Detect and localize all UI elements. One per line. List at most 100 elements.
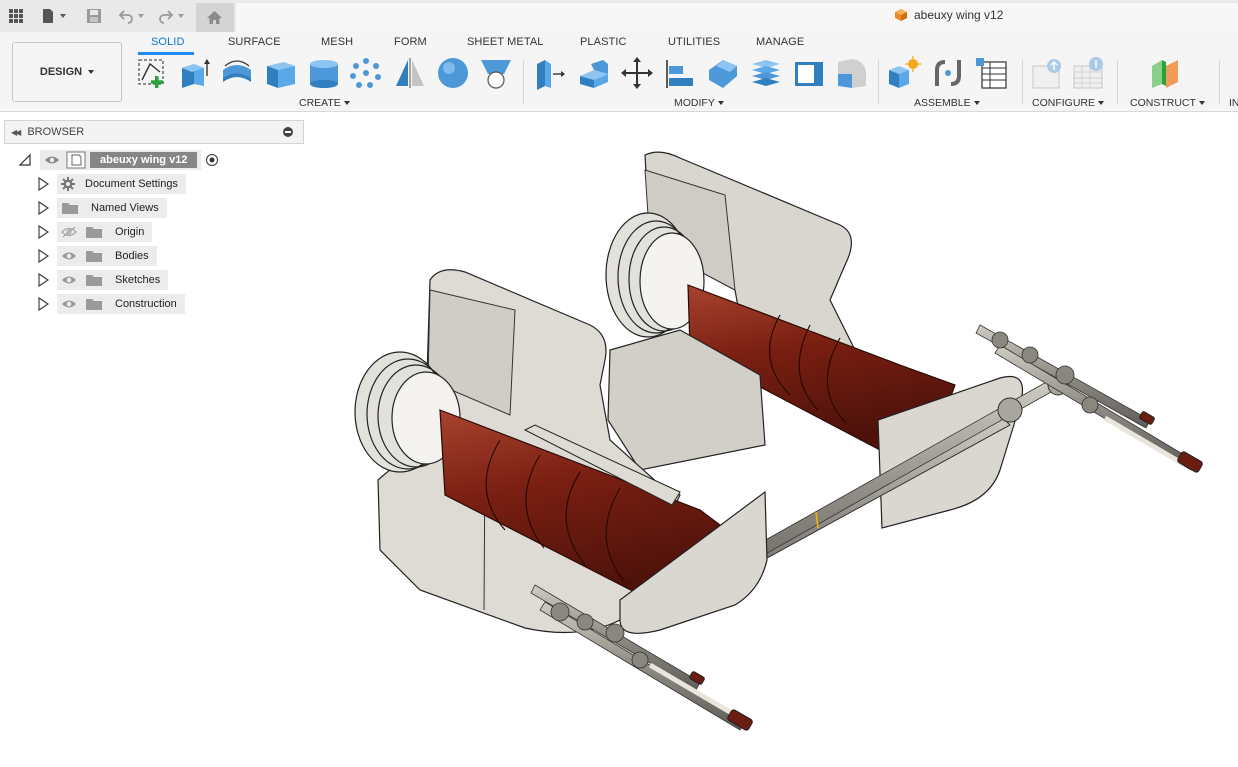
sphere-icon[interactable] xyxy=(436,56,470,90)
grid-icon[interactable] xyxy=(8,6,24,26)
ribbon: DESIGN SOLID SURFACE MESH FORM SHEET MET… xyxy=(0,32,1238,112)
folder-icon xyxy=(62,203,78,214)
folder-icon xyxy=(86,227,102,238)
align-icon[interactable] xyxy=(663,56,697,90)
browser-item-bodies[interactable]: Bodies xyxy=(36,246,157,266)
shell-icon[interactable] xyxy=(749,56,783,90)
browser-item-named-views[interactable]: Named Views xyxy=(36,198,167,218)
tab-solid[interactable]: SOLID xyxy=(151,36,185,48)
browser-item-label: Bodies xyxy=(115,250,149,262)
browser-item-label: Construction xyxy=(115,298,177,310)
expanded-triangle-icon[interactable] xyxy=(18,153,32,167)
inspect-menu[interactable]: IN xyxy=(1229,97,1238,109)
folder-icon xyxy=(86,251,102,262)
expand-triangle-icon[interactable] xyxy=(36,273,50,287)
minimize-icon[interactable] xyxy=(283,127,293,137)
configure-menu-label: CONFIGURE xyxy=(1032,97,1095,109)
configure-menu[interactable]: CONFIGURE xyxy=(1032,97,1104,109)
bom-table-icon[interactable] xyxy=(974,56,1008,90)
create-menu-label: CREATE xyxy=(299,97,341,109)
pattern-icon[interactable] xyxy=(349,56,383,90)
split-face-icon[interactable] xyxy=(835,56,869,90)
activate-radio-icon[interactable] xyxy=(205,153,219,167)
browser-item-construction[interactable]: Construction xyxy=(36,294,185,314)
tab-mesh[interactable]: MESH xyxy=(321,36,353,48)
expand-triangle-icon[interactable] xyxy=(36,249,50,263)
browser-item-label: Document Settings xyxy=(85,178,178,190)
folder-icon xyxy=(86,299,102,310)
expand-triangle-icon[interactable] xyxy=(36,225,50,239)
new-component-icon[interactable] xyxy=(887,56,921,90)
save-icon[interactable] xyxy=(86,6,102,26)
browser-item-label: Named Views xyxy=(91,202,159,214)
design-canvas[interactable] xyxy=(310,113,1238,767)
quick-access-toolbar: abeuxy wing v12 xyxy=(0,0,1238,32)
home-tab[interactable] xyxy=(196,3,234,32)
document-title-text: abeuxy wing v12 xyxy=(914,8,1004,22)
create-menu[interactable]: CREATE xyxy=(299,97,350,109)
fillet-icon[interactable] xyxy=(577,56,611,90)
modify-menu[interactable]: MODIFY xyxy=(674,97,724,109)
workspace-label: DESIGN xyxy=(39,66,83,78)
eye-icon[interactable] xyxy=(61,298,77,310)
tab-form[interactable]: FORM xyxy=(394,36,427,48)
root-node-label: abeuxy wing v12 xyxy=(90,152,198,168)
hole-icon[interactable] xyxy=(479,56,513,90)
workspace-switcher[interactable]: DESIGN xyxy=(12,42,122,102)
press-pull-icon[interactable] xyxy=(533,56,567,90)
browser-item-sketches[interactable]: Sketches xyxy=(36,270,169,290)
configure-icon[interactable] xyxy=(1030,56,1064,90)
revolve-icon[interactable] xyxy=(220,56,254,90)
browser-item-document-settings[interactable]: Document Settings xyxy=(36,174,186,194)
joint-icon[interactable] xyxy=(931,56,965,90)
expand-triangle-icon[interactable] xyxy=(36,297,50,311)
eye-hidden-icon[interactable] xyxy=(61,226,77,238)
group-separator xyxy=(1022,60,1023,104)
browser-item-label: Origin xyxy=(115,226,145,238)
chamfer-icon[interactable] xyxy=(706,56,740,90)
group-separator xyxy=(523,60,524,104)
expand-triangle-icon[interactable] xyxy=(36,201,50,215)
construct-menu[interactable]: CONSTRUCT xyxy=(1130,97,1205,109)
browser-root-row[interactable]: abeuxy wing v12 xyxy=(18,150,219,170)
home-icon xyxy=(206,10,223,30)
document-tab[interactable] xyxy=(236,3,1238,32)
move-icon[interactable] xyxy=(620,56,654,90)
combine-icon[interactable] xyxy=(792,56,826,90)
modify-menu-label: MODIFY xyxy=(674,97,715,109)
browser-title: BROWSER xyxy=(27,126,85,138)
component-icon xyxy=(895,9,907,21)
tab-manage[interactable]: MANAGE xyxy=(756,36,804,48)
tab-surface[interactable]: SURFACE xyxy=(228,36,281,48)
redo-icon[interactable] xyxy=(158,6,184,26)
construct-menu-label: CONSTRUCT xyxy=(1130,97,1196,109)
folder-icon xyxy=(86,275,102,286)
group-separator xyxy=(1117,60,1118,104)
browser-item-label: Sketches xyxy=(115,274,161,286)
gear-icon xyxy=(61,177,75,191)
extrude-icon[interactable] xyxy=(178,56,212,90)
cylinder-icon[interactable] xyxy=(307,56,341,90)
mirror-icon[interactable] xyxy=(393,56,427,90)
collapse-panel-icon[interactable]: ◀◀ xyxy=(11,128,21,137)
configuration-table-icon[interactable] xyxy=(1072,56,1106,90)
tab-plastic[interactable]: PLASTIC xyxy=(580,36,627,48)
expand-triangle-icon[interactable] xyxy=(36,177,50,191)
assemble-menu[interactable]: ASSEMBLE xyxy=(914,97,980,109)
root-node[interactable]: abeuxy wing v12 xyxy=(40,150,202,170)
tab-sheet-metal[interactable]: SHEET METAL xyxy=(467,36,544,48)
inspect-menu-label: IN xyxy=(1229,97,1238,109)
document-title: abeuxy wing v12 xyxy=(894,8,1003,22)
eye-icon[interactable] xyxy=(44,154,60,166)
create-sketch-icon[interactable] xyxy=(136,56,170,90)
browser-header: ◀◀ BROWSER xyxy=(4,120,304,144)
browser-item-origin[interactable]: Origin xyxy=(36,222,153,242)
eye-icon[interactable] xyxy=(61,250,77,262)
undo-icon[interactable] xyxy=(118,6,144,26)
offset-plane-icon[interactable] xyxy=(1148,56,1182,90)
box-icon[interactable] xyxy=(264,56,298,90)
eye-icon[interactable] xyxy=(61,274,77,286)
file-icon[interactable] xyxy=(40,6,66,26)
group-separator xyxy=(1219,60,1220,104)
tab-utilities[interactable]: UTILITIES xyxy=(668,36,720,48)
